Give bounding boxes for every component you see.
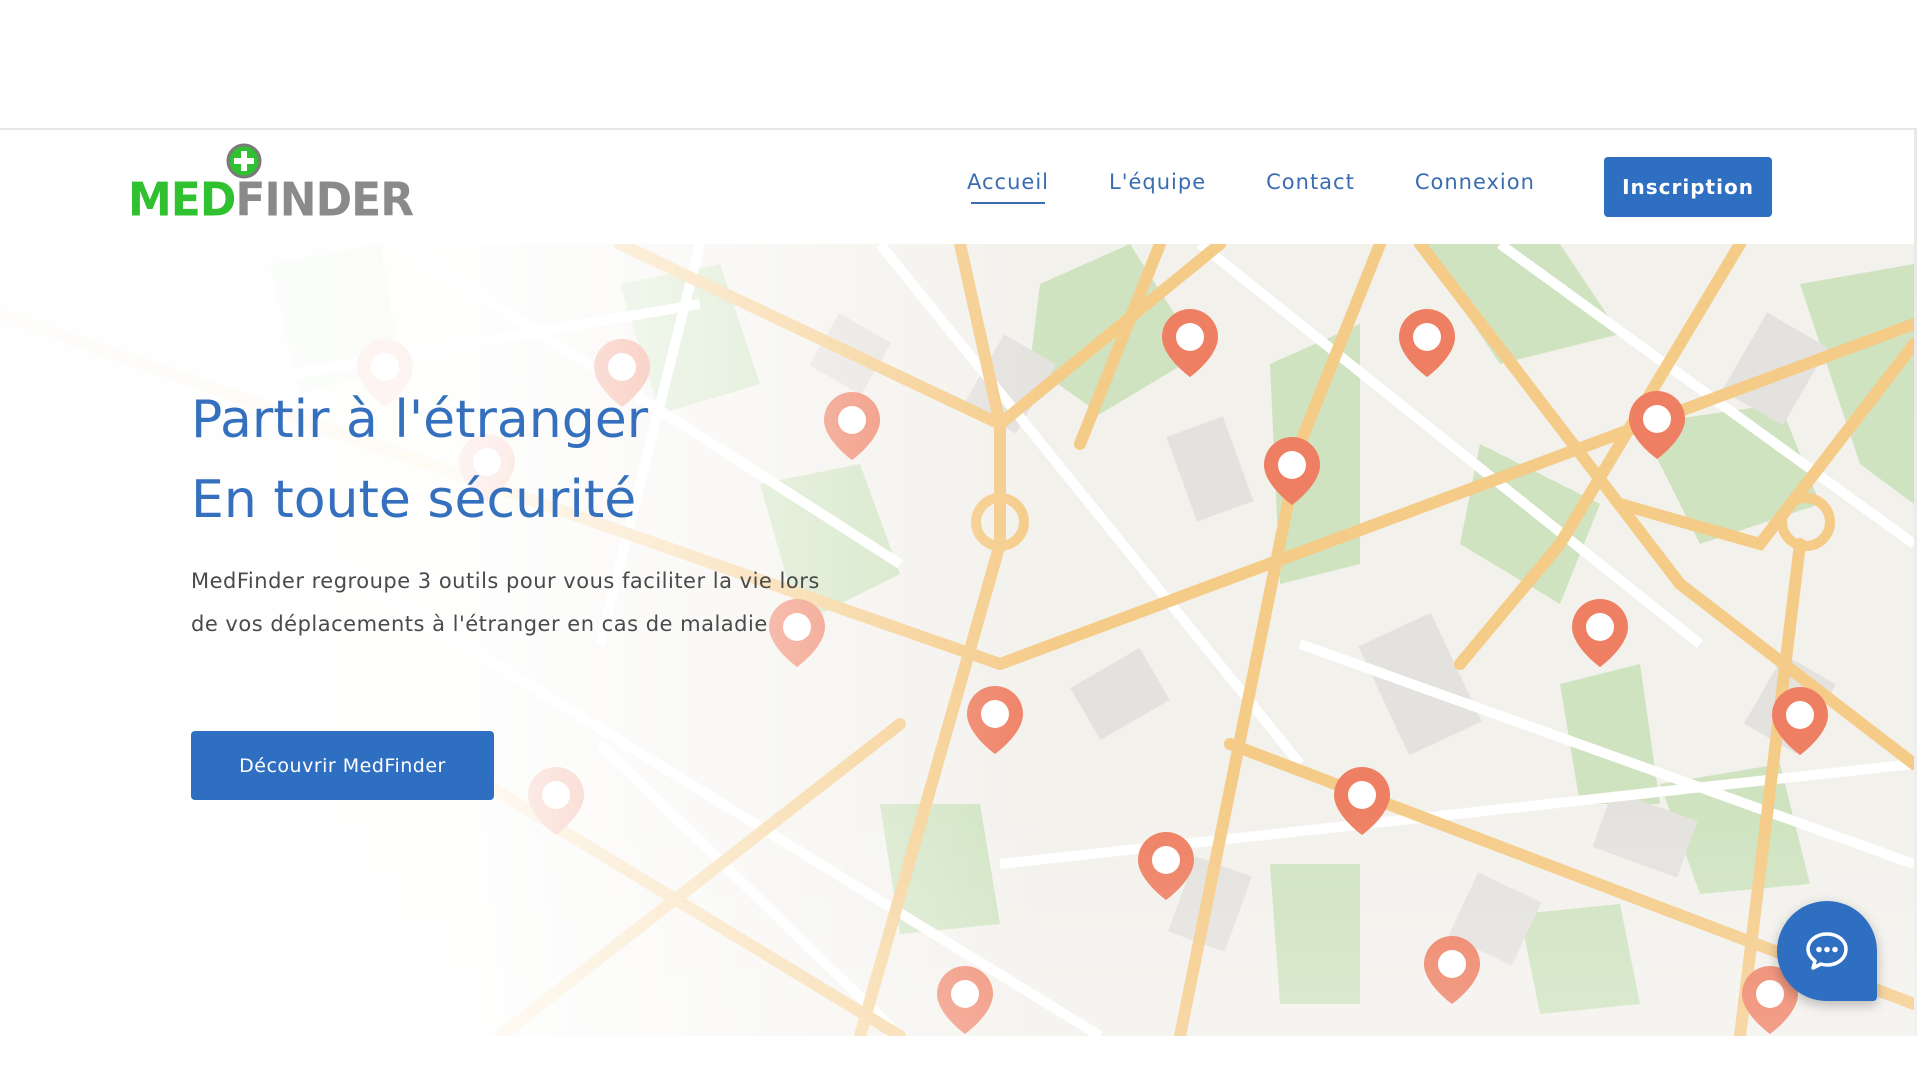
nav-contact[interactable]: Contact	[1266, 170, 1355, 194]
chat-button[interactable]	[1777, 901, 1877, 1001]
hero-description: MedFinder regroupe 3 outils pour vous fa…	[191, 569, 820, 636]
main-nav: Accueil L'équipe Contact Connexion	[967, 170, 1595, 204]
nav-connexion[interactable]: Connexion	[1415, 170, 1535, 194]
scrollbar-edge	[1914, 128, 1917, 1036]
hero-title-line2: En toute sécurité	[191, 470, 637, 530]
hero-title: Partir à l'étranger En toute sécurité	[191, 380, 648, 540]
logo-wordmark: MEDFINDER	[128, 173, 414, 228]
top-blank-area	[0, 0, 1920, 128]
discover-medfinder-button[interactable]: Découvrir MedFinder	[191, 731, 494, 800]
chat-bubble-icon	[1806, 932, 1848, 970]
page-bottom-area	[0, 1036, 1920, 1080]
logo-finder-text: FINDER	[235, 173, 414, 228]
nav-accueil[interactable]: Accueil	[967, 170, 1049, 204]
hero-title-line1: Partir à l'étranger	[191, 390, 649, 450]
medfinder-logo[interactable]: MEDFINDER	[128, 141, 414, 241]
signup-button[interactable]: Inscription	[1604, 157, 1772, 217]
logo-med-text: MED	[128, 173, 236, 228]
nav-equipe[interactable]: L'équipe	[1109, 170, 1206, 194]
